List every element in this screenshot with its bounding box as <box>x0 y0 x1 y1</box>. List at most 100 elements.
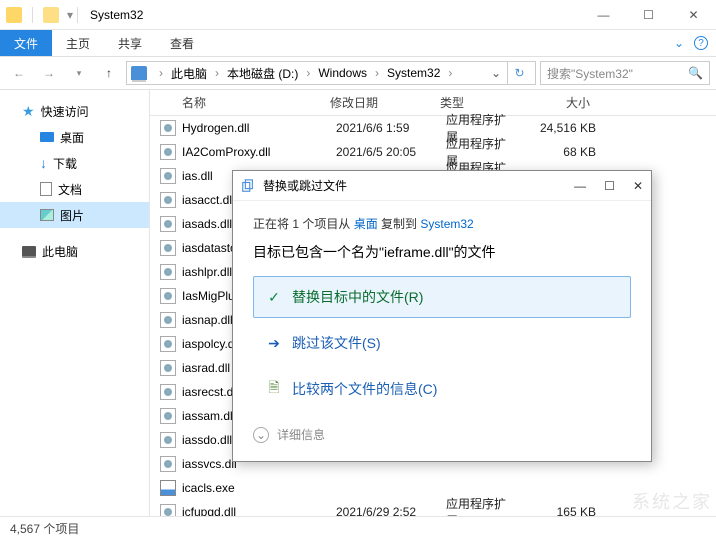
search-icon[interactable]: 🔍 <box>688 66 703 80</box>
chevron-right-icon[interactable]: › <box>153 66 169 80</box>
sidebar-item-label: 此电脑 <box>42 243 78 260</box>
sidebar-item-label: 文档 <box>58 181 82 198</box>
details-label: 详细信息 <box>277 426 325 443</box>
dll-icon <box>160 288 176 304</box>
option-label: 替换目标中的文件(R) <box>292 287 423 307</box>
crumb-drive[interactable]: 本地磁盘 (D:) <box>225 65 300 82</box>
back-button[interactable]: ← <box>6 60 32 86</box>
dll-icon <box>160 168 176 184</box>
option-label: 比较两个文件的信息(C) <box>292 379 437 399</box>
ribbon-tabs: 文件 主页 共享 查看 ⌄ ? <box>0 30 716 56</box>
sidebar-item-label: 快速访问 <box>41 103 89 120</box>
ribbon-expand-icon[interactable]: ⌄ <box>674 36 684 50</box>
status-bar: 4,567 个项目 <box>0 516 716 540</box>
history-dropdown[interactable]: ▾ <box>66 60 92 86</box>
tab-share[interactable]: 共享 <box>104 30 156 56</box>
details-toggle[interactable]: ⌄ 详细信息 <box>253 426 631 443</box>
crumb-thispc[interactable]: 此电脑 <box>169 65 209 82</box>
dll-icon <box>160 312 176 328</box>
sidebar-downloads[interactable]: ↓ 下载 <box>0 150 149 176</box>
maximize-button[interactable]: ☐ <box>626 0 671 30</box>
tab-view[interactable]: 查看 <box>156 30 208 56</box>
close-button[interactable]: ✕ <box>671 0 716 30</box>
sidebar-thispc[interactable]: 此电脑 <box>0 238 149 264</box>
option-skip[interactable]: ➔ 跳过该文件(S) <box>253 322 631 364</box>
dialog-copy-message: 正在将 1 个项目从 桌面 复制到 System32 <box>253 215 631 232</box>
file-size: 165 KB <box>526 505 606 516</box>
file-name: Hydrogen.dll <box>182 121 326 135</box>
separator <box>77 7 78 23</box>
file-row[interactable]: icfupgd.dll2021/6/29 2:52应用程序扩展165 KB <box>150 500 716 516</box>
folder-icon <box>6 7 22 23</box>
chevron-right-icon[interactable]: › <box>209 66 225 80</box>
file-list-header: 名称 修改日期 类型 大小 <box>150 90 716 116</box>
dll-icon <box>160 456 176 472</box>
dialog-titlebar: 替换或跳过文件 — ☐ ✕ <box>233 171 651 201</box>
crumb-windows[interactable]: Windows <box>316 66 369 80</box>
col-type[interactable]: 类型 <box>430 94 520 111</box>
chevron-right-icon[interactable]: › <box>300 66 316 80</box>
option-replace[interactable]: ✓ 替换目标中的文件(R) <box>253 276 631 318</box>
col-name[interactable]: 名称 <box>150 94 320 111</box>
dll-icon <box>160 240 176 256</box>
dll-icon <box>160 192 176 208</box>
option-compare[interactable]: 🗎 比较两个文件的信息(C) <box>253 368 631 410</box>
image-icon <box>40 209 54 221</box>
copy-icon <box>241 179 255 193</box>
file-size: 68 KB <box>526 145 606 159</box>
check-icon: ✓ <box>266 289 282 305</box>
dest-link[interactable]: System32 <box>420 217 473 231</box>
dll-icon <box>160 408 176 424</box>
chevron-right-icon[interactable]: › <box>369 66 385 80</box>
help-icon[interactable]: ? <box>694 36 708 50</box>
dll-icon <box>160 384 176 400</box>
source-link[interactable]: 桌面 <box>354 217 378 231</box>
address-dropdown-icon[interactable]: ⌄ <box>485 66 507 80</box>
pc-icon <box>131 66 147 80</box>
qat-dropdown-icon[interactable]: ▾ <box>67 8 73 22</box>
file-type: 应用程序扩展 <box>436 495 526 516</box>
file-name: IA2ComProxy.dll <box>182 145 326 159</box>
sidebar-desktop[interactable]: 桌面 <box>0 124 149 150</box>
window-title: System32 <box>90 8 143 22</box>
col-date[interactable]: 修改日期 <box>320 94 430 111</box>
sidebar-documents[interactable]: 文档 <box>0 176 149 202</box>
sidebar-quickaccess[interactable]: ★ 快速访问 <box>0 98 149 124</box>
up-button[interactable]: ↑ <box>96 60 122 86</box>
separator <box>32 7 33 23</box>
dll-icon <box>160 336 176 352</box>
chevron-down-icon: ⌄ <box>253 427 269 443</box>
dialog-close-button[interactable]: ✕ <box>633 179 643 193</box>
sidebar: ★ 快速访问 桌面 ↓ 下载 文档 图片 此电脑 <box>0 90 150 516</box>
crumb-system32[interactable]: System32 <box>385 66 442 80</box>
search-input[interactable]: 搜索"System32" 🔍 <box>540 61 710 85</box>
skip-icon: ➔ <box>266 335 282 351</box>
refresh-button[interactable]: ↻ <box>507 61 531 85</box>
dialog-title: 替换或跳过文件 <box>263 177 347 194</box>
exe-icon <box>160 480 176 496</box>
col-size[interactable]: 大小 <box>520 94 600 111</box>
tab-file[interactable]: 文件 <box>0 30 52 56</box>
folder-icon <box>43 7 59 23</box>
file-row[interactable]: IA2ComProxy.dll2021/6/5 20:05应用程序扩展68 KB <box>150 140 716 164</box>
dialog-target-message: 目标已包含一个名为"ieframe.dll"的文件 <box>253 242 631 262</box>
dll-icon <box>160 120 176 136</box>
file-name: icfupgd.dll <box>182 505 326 516</box>
sidebar-pictures[interactable]: 图片 <box>0 202 149 228</box>
file-size: 24,516 KB <box>526 121 606 135</box>
address-bar: ← → ▾ ↑ › 此电脑 › 本地磁盘 (D:) › Windows › Sy… <box>0 56 716 90</box>
tab-home[interactable]: 主页 <box>52 30 104 56</box>
breadcrumb[interactable]: › 此电脑 › 本地磁盘 (D:) › Windows › System32 ›… <box>126 61 536 85</box>
dll-icon <box>160 360 176 376</box>
dialog-minimize-button[interactable]: — <box>574 179 586 193</box>
forward-button[interactable]: → <box>36 60 62 86</box>
dialog-maximize-button[interactable]: ☐ <box>604 179 615 193</box>
file-row[interactable]: Hydrogen.dll2021/6/6 1:59应用程序扩展24,516 KB <box>150 116 716 140</box>
minimize-button[interactable]: — <box>581 0 626 30</box>
star-icon: ★ <box>22 103 35 120</box>
chevron-right-icon[interactable]: › <box>442 66 458 80</box>
dll-icon <box>160 264 176 280</box>
file-name: icacls.exe <box>182 481 326 495</box>
file-row[interactable]: icacls.exe <box>150 476 716 500</box>
sidebar-item-label: 下载 <box>53 155 77 172</box>
